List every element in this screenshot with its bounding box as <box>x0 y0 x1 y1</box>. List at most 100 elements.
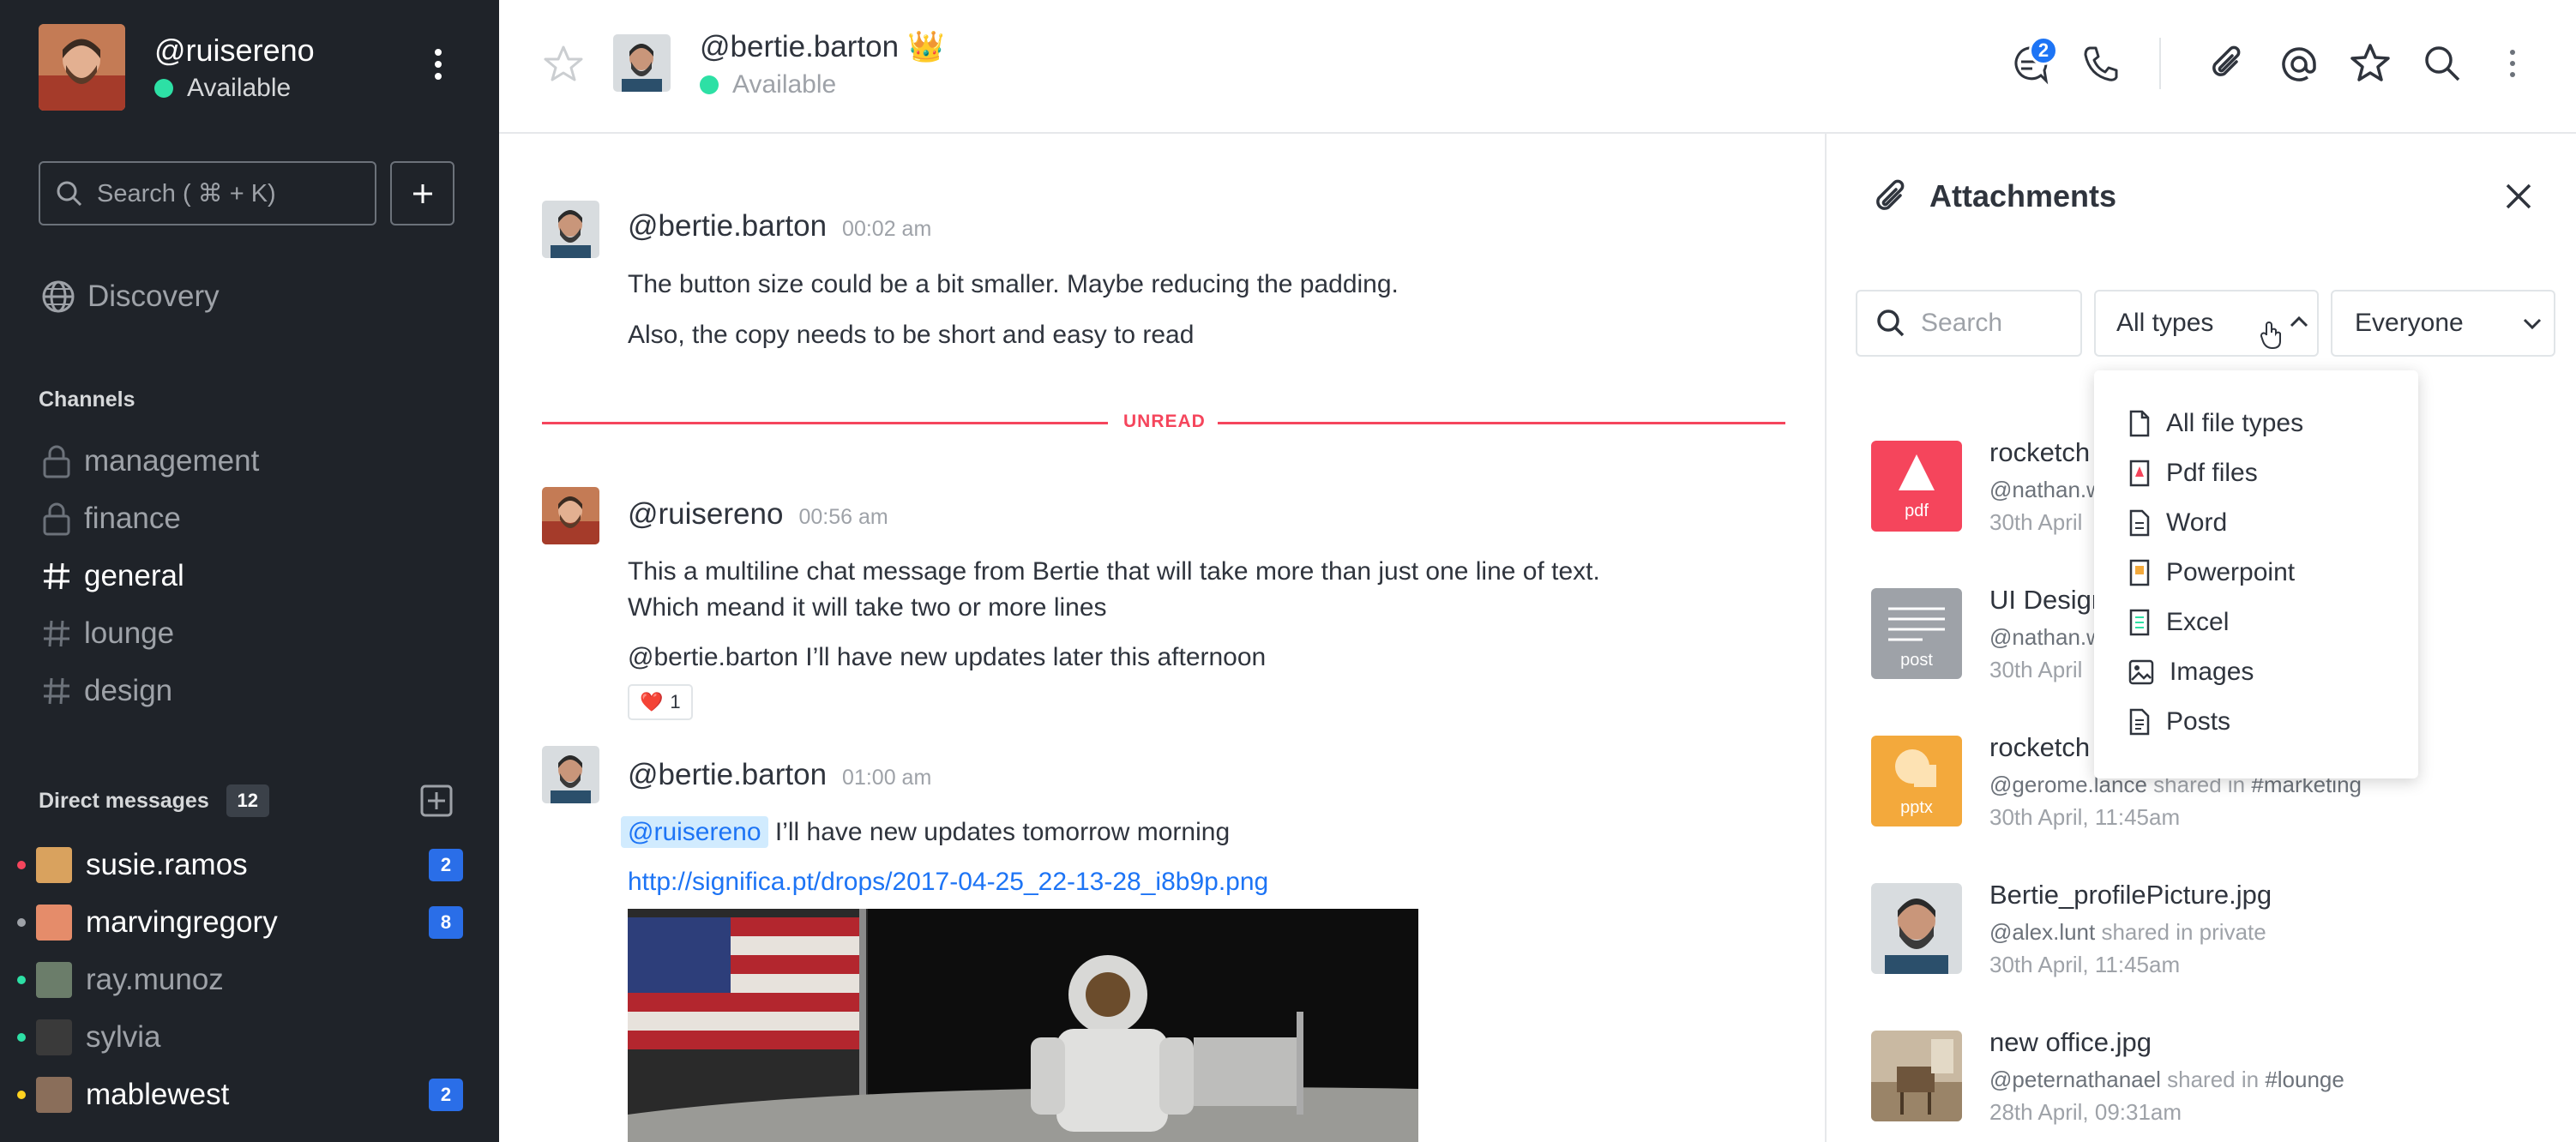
image-attachment[interactable] <box>628 909 1418 1142</box>
discovery-link[interactable]: Discovery <box>41 279 220 314</box>
attachment-date: 30th April <box>1989 509 2083 535</box>
svg-text:post: post <box>1900 651 1933 670</box>
user-filter-select[interactable]: Everyone <box>2331 290 2555 357</box>
message-line: Also, the copy needs to be short and eas… <box>628 321 1195 349</box>
user-avatar[interactable] <box>39 24 125 111</box>
search-icon <box>1876 309 1905 338</box>
presence-dot <box>17 861 26 869</box>
user-filter-value: Everyone <box>2355 309 2464 337</box>
sidebar: @ruisereno Available Search ( ⌘ + K) Dis… <box>0 0 499 1142</box>
sidebar-item-sylvia[interactable]: sylvia <box>17 1016 463 1059</box>
room-status: Available <box>700 70 836 99</box>
message-header: @bertie.barton 00:02 am <box>628 209 931 243</box>
attachment-location[interactable]: #lounge <box>2265 1067 2344 1092</box>
mention-user[interactable]: @bertie.barton <box>628 643 798 671</box>
sidebar-item-lounge[interactable]: lounge <box>41 616 174 651</box>
message-author[interactable]: @bertie.barton <box>628 758 827 791</box>
option-posts[interactable]: Posts <box>2128 705 2230 739</box>
file-thumbnail-image[interactable] <box>1871 883 1962 974</box>
sidebar-item-susie-ramos[interactable]: susie.ramos 2 <box>17 844 463 887</box>
attachment-name[interactable]: rocketch <box>1989 732 2090 763</box>
sidebar-item-marvingregory[interactable]: marvingregory 8 <box>17 901 463 944</box>
attachments-search-input[interactable]: Search <box>1856 290 2082 357</box>
unread-divider-right <box>1218 422 1785 424</box>
message-author[interactable]: @ruisereno <box>628 497 783 531</box>
avatar[interactable] <box>542 746 599 803</box>
message-text: I’ll have new updates later this afterno… <box>797 643 1267 671</box>
option-images[interactable]: Images <box>2128 655 2254 689</box>
avatar[interactable] <box>542 487 599 544</box>
attachment-name[interactable]: Bertie_profilePicture.jpg <box>1989 880 2272 911</box>
plus-icon <box>411 182 435 206</box>
sidebar-item-management[interactable]: management <box>41 444 259 478</box>
call-icon[interactable] <box>2082 45 2118 82</box>
pdf-file-icon <box>2128 460 2151 487</box>
lock-icon <box>41 444 72 478</box>
option-word[interactable]: Word <box>2128 506 2227 540</box>
file-thumbnail-post[interactable]: post <box>1871 588 1962 679</box>
create-new-button[interactable] <box>390 161 454 225</box>
message-line: Which meand it will take two or more lin… <box>628 593 1107 622</box>
mentions-icon[interactable] <box>2279 45 2319 84</box>
lock-icon <box>41 502 72 536</box>
reaction-count: 1 <box>670 691 681 712</box>
reaction-pill[interactable]: ❤️ 1 <box>628 684 693 720</box>
sidebar-item-design[interactable]: design <box>41 674 172 708</box>
word-file-icon <box>2128 509 2151 537</box>
add-dm-button[interactable] <box>420 784 453 817</box>
favorite-star-icon[interactable] <box>544 45 583 82</box>
message-link[interactable]: http://significa.pt/drops/2017-04-25_22-… <box>628 864 1268 900</box>
avatar[interactable] <box>542 201 599 258</box>
sidebar-search-input[interactable]: Search ( ⌘ + K) <box>39 161 376 225</box>
option-powerpoint[interactable]: Powerpoint <box>2128 556 2295 590</box>
plus-square-icon <box>420 784 453 817</box>
chevron-up-icon <box>2290 316 2308 328</box>
attachment-date: 28th April, 09:31am <box>1989 1099 2182 1125</box>
search-placeholder: Search ( ⌘ + K) <box>97 180 276 207</box>
status-label: Available <box>187 74 292 102</box>
presence-dot <box>17 1033 26 1042</box>
avatar <box>36 1019 72 1055</box>
sidebar-item-ray-munoz[interactable]: ray.munoz <box>17 959 463 1001</box>
hashtag-icon <box>41 676 72 706</box>
room-kebab-icon[interactable] <box>2508 48 2517 79</box>
sidebar-item-finance[interactable]: finance <box>41 502 181 536</box>
panel-title: Attachments <box>1929 178 2117 213</box>
mention-user[interactable]: @ruisereno <box>621 816 768 848</box>
avatar <box>36 847 72 883</box>
message-text: I’ll have new updates tomorrow morning <box>767 818 1231 846</box>
option-label: Powerpoint <box>2166 558 2296 586</box>
attachment-name[interactable]: UI Design <box>1989 585 2106 616</box>
attachment-clip-icon <box>1871 178 1911 218</box>
message-line: This a multiline chat message from Berti… <box>628 557 1600 586</box>
type-filter-select[interactable]: All types <box>2094 290 2319 357</box>
attachment-name[interactable]: new office.jpg <box>1989 1027 2152 1058</box>
attachment-name[interactable]: rocketch <box>1989 437 2090 468</box>
message-line: @ruisereno I’ll have new updates tomorro… <box>621 814 1230 850</box>
starred-messages-icon[interactable] <box>2350 43 2391 82</box>
file-thumbnail-image[interactable] <box>1871 1031 1962 1121</box>
attachments-clip-icon[interactable] <box>2207 45 2247 84</box>
room-avatar[interactable] <box>613 34 671 92</box>
close-icon[interactable] <box>2504 182 2533 211</box>
message-time: 00:56 am <box>798 505 888 529</box>
message-line: @bertie.barton I’ll have new updates lat… <box>628 640 1266 676</box>
search-messages-icon[interactable] <box>2423 45 2461 82</box>
option-excel[interactable]: Excel <box>2128 605 2229 640</box>
sidebar-item-general[interactable]: general <box>41 559 184 593</box>
discovery-label: Discovery <box>87 279 220 313</box>
channel-label: management <box>84 444 260 478</box>
user-menu-kebab-icon[interactable] <box>433 47 443 81</box>
option-pdf-files[interactable]: Pdf files <box>2128 456 2258 490</box>
file-thumbnail-pptx[interactable]: pptx <box>1871 736 1962 826</box>
sidebar-item-mablewest[interactable]: mablewest 2 <box>17 1073 463 1116</box>
threads-button[interactable]: 2 <box>2008 36 2058 86</box>
threads-badge: 2 <box>2029 36 2058 65</box>
option-label: Posts <box>2166 707 2231 736</box>
file-thumbnail-pdf[interactable]: pdf <box>1871 441 1962 532</box>
hashtag-icon <box>41 618 72 649</box>
user-status: Available <box>154 74 291 103</box>
option-label: Excel <box>2166 608 2230 636</box>
message-author[interactable]: @bertie.barton <box>628 209 827 243</box>
option-all-file-types[interactable]: All file types <box>2128 406 2303 441</box>
